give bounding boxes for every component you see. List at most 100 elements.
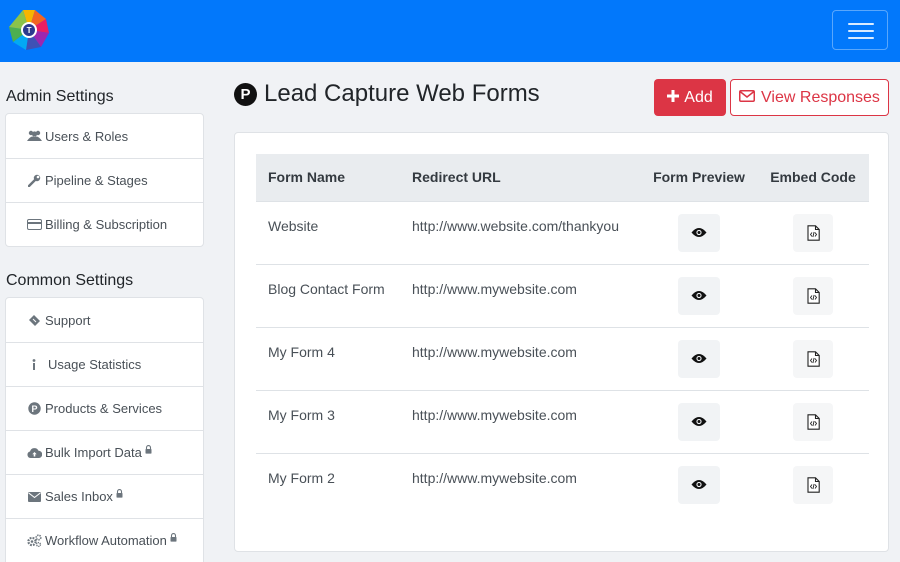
form-name-cell: Website [268, 217, 319, 234]
eye-icon [691, 479, 707, 490]
column-header-form-preview: Form Preview [653, 169, 745, 186]
embed-code-cell [757, 453, 869, 516]
embed-code-cell [757, 390, 869, 453]
form-name-cell: My Form 2 [268, 469, 335, 486]
form-name-cell: My Form 3 [268, 406, 335, 423]
sidebar-item-label: Bulk Import Data [45, 445, 142, 460]
lock-icon [145, 442, 152, 457]
admin-settings-list: Users & Roles Pipeline & Stages Billing … [5, 113, 204, 247]
form-preview-cell [641, 264, 757, 327]
sidebar-item-users-roles[interactable]: Users & Roles [6, 114, 203, 158]
sidebar-item-label: Workflow Automation [45, 533, 167, 548]
sidebar-item-usage-statistics[interactable]: Usage Statistics [6, 342, 203, 386]
table-row: Website http://www.website.com/thankyou [256, 201, 869, 264]
file-code-icon [806, 350, 820, 367]
embed-code-button[interactable] [793, 339, 833, 378]
eye-icon [691, 353, 707, 364]
product-badge-icon: P [234, 82, 257, 106]
preview-form-button[interactable] [678, 402, 720, 441]
info-icon [26, 358, 42, 371]
preview-form-button[interactable] [678, 465, 720, 504]
sidebar-item-label: Support [45, 312, 91, 328]
sidebar-item-support[interactable]: Support [6, 298, 203, 342]
embed-code-cell [757, 201, 869, 264]
web-forms-table: Form Name Redirect URL Form Preview Embe… [256, 154, 869, 516]
embed-code-button[interactable] [793, 213, 833, 252]
file-code-icon [806, 287, 820, 304]
embed-code-button[interactable] [793, 402, 833, 441]
file-code-icon [806, 477, 820, 493]
product-icon: P [26, 402, 42, 415]
page-title: P Lead Capture Web Forms [234, 80, 540, 108]
table-header-row: Form Name Redirect URL Form Preview Embe… [256, 154, 869, 201]
column-header-redirect-url: Redirect URL [412, 169, 501, 186]
preview-form-button[interactable] [678, 339, 720, 378]
form-name-cell: My Form 4 [268, 343, 335, 360]
hamburger-icon [848, 23, 874, 25]
file-code-icon [806, 413, 820, 430]
sidebar-item-sales-inbox[interactable]: Sales Inbox [6, 474, 203, 518]
add-button-label: Add [684, 88, 713, 106]
sidebar-item-label: Users & Roles [45, 128, 129, 144]
plus-icon [667, 89, 680, 107]
admin-settings-heading: Admin Settings [6, 88, 114, 105]
file-code-icon [806, 224, 820, 241]
redirect-url-cell: http://www.website.com/thankyou [412, 217, 619, 234]
form-preview-cell [641, 327, 757, 390]
form-preview-cell [641, 201, 757, 264]
column-header-embed-code: Embed Code [770, 169, 856, 186]
common-settings-heading: Common Settings [6, 272, 134, 289]
preview-form-button[interactable] [678, 276, 720, 315]
page-title-text: Lead Capture Web Forms [264, 80, 540, 107]
hamburger-icon-line [848, 37, 874, 39]
common-settings-list: Support Usage Statistics P Products & Se… [5, 297, 204, 562]
sidebar-item-label: Products & Services [45, 401, 163, 416]
hamburger-icon-line [848, 30, 874, 32]
sidebar-item-billing-subscription[interactable]: Billing & Subscription [6, 202, 203, 246]
embed-code-button[interactable] [793, 465, 833, 504]
eye-icon [691, 416, 707, 427]
embed-code-button[interactable] [793, 276, 833, 315]
sidebar-item-bulk-import-data[interactable]: Bulk Import Data [6, 430, 203, 474]
redirect-url-cell: http://www.mywebsite.com [412, 406, 577, 423]
column-header-form-name: Form Name [268, 169, 346, 186]
web-forms-card: Form Name Redirect URL Form Preview Embe… [234, 132, 889, 552]
users-icon [26, 130, 42, 142]
form-name-cell: Blog Contact Form [268, 280, 385, 297]
add-form-button[interactable]: Add [654, 79, 726, 116]
lock-icon [170, 530, 177, 545]
table-row: My Form 2 http://www.mywebsite.com [256, 453, 869, 516]
svg-text:P: P [31, 404, 37, 414]
sidebar-item-products-services[interactable]: P Products & Services [6, 386, 203, 430]
sidebar-item-label: Billing & Subscription [45, 217, 168, 232]
table-row: My Form 4 http://www.mywebsite.com [256, 327, 869, 390]
eye-icon [691, 227, 707, 238]
redirect-url-cell: http://www.mywebsite.com [412, 343, 577, 360]
table-row: My Form 3 http://www.mywebsite.com [256, 390, 869, 453]
credit-card-icon [26, 219, 42, 230]
sidebar-item-label: Sales Inbox [45, 489, 113, 504]
cogs-icon [26, 534, 42, 547]
embed-code-cell [757, 264, 869, 327]
top-navbar: T [0, 0, 900, 62]
sidebar-item-label: Pipeline & Stages [45, 173, 148, 188]
hamburger-menu-button[interactable] [832, 10, 888, 50]
embed-code-cell [757, 327, 869, 390]
envelope-icon [26, 491, 42, 502]
sidebar-item-workflow-automation[interactable]: Workflow Automation [6, 518, 203, 562]
redirect-url-cell: http://www.mywebsite.com [412, 469, 577, 486]
svg-text:T: T [27, 26, 32, 35]
cloud-upload-icon [26, 447, 42, 459]
sidebar-item-pipeline-stages[interactable]: Pipeline & Stages [6, 158, 203, 202]
app-logo-icon[interactable]: T [7, 8, 51, 52]
ticket-icon [26, 314, 42, 327]
sidebar-item-label: Usage Statistics [48, 357, 142, 372]
view-responses-button[interactable]: View Responses [730, 79, 889, 116]
form-preview-cell [641, 453, 757, 516]
preview-form-button[interactable] [678, 213, 720, 252]
lock-icon [116, 486, 123, 501]
redirect-url-cell: http://www.mywebsite.com [412, 280, 577, 297]
form-preview-cell [641, 390, 757, 453]
wrench-icon [26, 174, 42, 187]
eye-icon [691, 290, 707, 301]
